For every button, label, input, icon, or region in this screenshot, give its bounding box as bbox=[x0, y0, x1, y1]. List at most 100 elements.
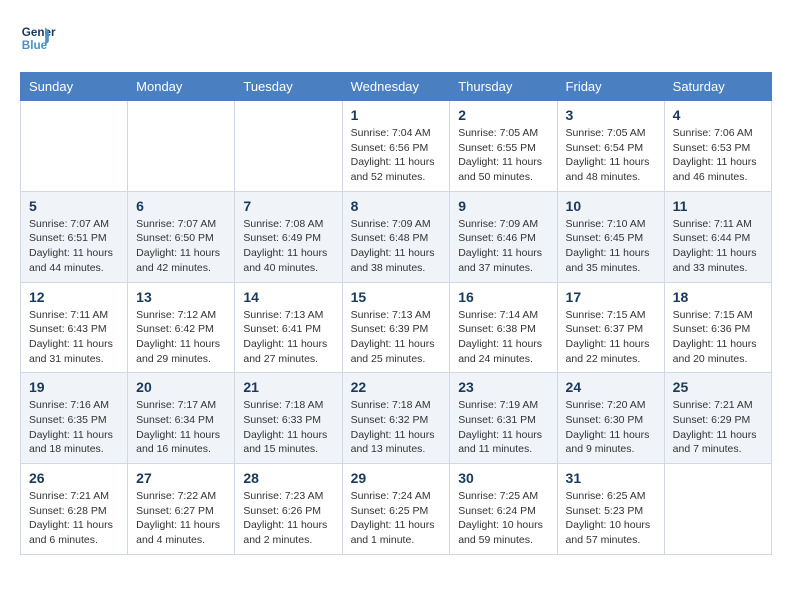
day-number: 3 bbox=[566, 107, 656, 123]
weekday-header-friday: Friday bbox=[557, 73, 664, 101]
calendar-cell: 4 Sunrise: 7:06 AMSunset: 6:53 PMDaylight… bbox=[664, 101, 771, 192]
calendar-cell: 6Sunrise: 7:07 AMSunset: 6:50 PMDaylight… bbox=[128, 191, 235, 282]
day-info: Sunrise: 7:13 AMSunset: 6:41 PMDaylight:… bbox=[243, 308, 333, 367]
calendar-cell: 21Sunrise: 7:18 AMSunset: 6:33 PMDayligh… bbox=[235, 373, 342, 464]
day-info: Sunrise: 7:16 AMSunset: 6:35 PMDaylight:… bbox=[29, 398, 119, 457]
day-info: Sunrise: 7:09 AMSunset: 6:46 PMDaylight:… bbox=[458, 217, 548, 276]
calendar-cell: 28 Sunrise: 7:23 AMSunset: 6:26 PMDayligh… bbox=[235, 464, 342, 555]
day-info: Sunrise: 7:12 AMSunset: 6:42 PMDaylight:… bbox=[136, 308, 226, 367]
page-header: General Blue bbox=[20, 20, 772, 56]
day-info: Sunrise: 7:05 AMSunset: 6:54 PMDaylight:… bbox=[566, 126, 656, 185]
calendar-cell: 7 Sunrise: 7:08 AMSunset: 6:49 PMDaylight… bbox=[235, 191, 342, 282]
weekday-header-wednesday: Wednesday bbox=[342, 73, 450, 101]
day-info: Sunrise: 7:19 AMSunset: 6:31 PMDaylight:… bbox=[458, 398, 548, 457]
calendar-cell bbox=[21, 101, 128, 192]
svg-text:Blue: Blue bbox=[22, 39, 48, 52]
day-number: 30 bbox=[458, 470, 548, 486]
day-info: Sunrise: 7:11 AMSunset: 6:43 PMDaylight:… bbox=[29, 308, 119, 367]
logo-icon: General Blue bbox=[20, 20, 56, 56]
day-number: 1 bbox=[351, 107, 442, 123]
calendar-cell: 2 Sunrise: 7:05 AMSunset: 6:55 PMDaylight… bbox=[450, 101, 557, 192]
day-number: 19 bbox=[29, 379, 119, 395]
calendar-cell: 3 Sunrise: 7:05 AMSunset: 6:54 PMDaylight… bbox=[557, 101, 664, 192]
calendar-cell bbox=[235, 101, 342, 192]
day-info: Sunrise: 7:18 AMSunset: 6:32 PMDaylight:… bbox=[351, 398, 442, 457]
weekday-header-tuesday: Tuesday bbox=[235, 73, 342, 101]
calendar-week-row: 19 Sunrise: 7:16 AMSunset: 6:35 PMDayligh… bbox=[21, 373, 772, 464]
day-info: Sunrise: 7:25 AMSunset: 6:24 PMDaylight:… bbox=[458, 489, 548, 548]
calendar-cell: 27 Sunrise: 7:22 AMSunset: 6:27 PMDayligh… bbox=[128, 464, 235, 555]
calendar-cell: 31 Sunrise: 6:25 AMSunset: 5:23 PMDayligh… bbox=[557, 464, 664, 555]
day-info: Sunrise: 7:09 AMSunset: 6:48 PMDaylight:… bbox=[351, 217, 442, 276]
day-info: Sunrise: 7:15 AMSunset: 6:36 PMDaylight:… bbox=[673, 308, 763, 367]
day-number: 23 bbox=[458, 379, 548, 395]
day-info: Sunrise: 6:25 AMSunset: 5:23 PMDaylight:… bbox=[566, 489, 656, 548]
calendar-cell: 18Sunrise: 7:15 AMSunset: 6:36 PMDayligh… bbox=[664, 282, 771, 373]
calendar-cell: 10Sunrise: 7:10 AMSunset: 6:45 PMDayligh… bbox=[557, 191, 664, 282]
calendar-week-row: 26 Sunrise: 7:21 AMSunset: 6:28 PMDayligh… bbox=[21, 464, 772, 555]
weekday-header-row: SundayMondayTuesdayWednesdayThursdayFrid… bbox=[21, 73, 772, 101]
calendar-week-row: 1 Sunrise: 7:04 AMSunset: 6:56 PMDaylight… bbox=[21, 101, 772, 192]
calendar-cell: 8Sunrise: 7:09 AMSunset: 6:48 PMDaylight… bbox=[342, 191, 450, 282]
day-info: Sunrise: 7:21 AMSunset: 6:28 PMDaylight:… bbox=[29, 489, 119, 548]
calendar-cell: 13 Sunrise: 7:12 AMSunset: 6:42 PMDayligh… bbox=[128, 282, 235, 373]
day-number: 26 bbox=[29, 470, 119, 486]
day-info: Sunrise: 7:13 AMSunset: 6:39 PMDaylight:… bbox=[351, 308, 442, 367]
calendar-cell: 26 Sunrise: 7:21 AMSunset: 6:28 PMDayligh… bbox=[21, 464, 128, 555]
calendar-cell: 29 Sunrise: 7:24 AMSunset: 6:25 PMDayligh… bbox=[342, 464, 450, 555]
day-info: Sunrise: 7:11 AMSunset: 6:44 PMDaylight:… bbox=[673, 217, 763, 276]
day-info: Sunrise: 7:08 AMSunset: 6:49 PMDaylight:… bbox=[243, 217, 333, 276]
day-number: 27 bbox=[136, 470, 226, 486]
day-info: Sunrise: 7:20 AMSunset: 6:30 PMDaylight:… bbox=[566, 398, 656, 457]
calendar-week-row: 12Sunrise: 7:11 AMSunset: 6:43 PMDayligh… bbox=[21, 282, 772, 373]
day-info: Sunrise: 7:15 AMSunset: 6:37 PMDaylight:… bbox=[566, 308, 656, 367]
calendar-cell: 20 Sunrise: 7:17 AMSunset: 6:34 PMDayligh… bbox=[128, 373, 235, 464]
day-info: Sunrise: 7:04 AMSunset: 6:56 PMDaylight:… bbox=[351, 126, 442, 185]
day-number: 17 bbox=[566, 289, 656, 305]
day-number: 6 bbox=[136, 198, 226, 214]
day-number: 7 bbox=[243, 198, 333, 214]
day-number: 29 bbox=[351, 470, 442, 486]
calendar-cell: 14 Sunrise: 7:13 AMSunset: 6:41 PMDayligh… bbox=[235, 282, 342, 373]
calendar-cell: 24 Sunrise: 7:20 AMSunset: 6:30 PMDayligh… bbox=[557, 373, 664, 464]
calendar-cell bbox=[128, 101, 235, 192]
day-number: 13 bbox=[136, 289, 226, 305]
day-number: 9 bbox=[458, 198, 548, 214]
calendar-table: SundayMondayTuesdayWednesdayThursdayFrid… bbox=[20, 72, 772, 555]
day-number: 22 bbox=[351, 379, 442, 395]
day-number: 5 bbox=[29, 198, 119, 214]
day-number: 10 bbox=[566, 198, 656, 214]
calendar-cell: 9 Sunrise: 7:09 AMSunset: 6:46 PMDaylight… bbox=[450, 191, 557, 282]
calendar-cell: 23 Sunrise: 7:19 AMSunset: 6:31 PMDayligh… bbox=[450, 373, 557, 464]
day-info: Sunrise: 7:17 AMSunset: 6:34 PMDaylight:… bbox=[136, 398, 226, 457]
calendar-cell: 12Sunrise: 7:11 AMSunset: 6:43 PMDayligh… bbox=[21, 282, 128, 373]
svg-text:General: General bbox=[22, 26, 56, 39]
day-info: Sunrise: 7:22 AMSunset: 6:27 PMDaylight:… bbox=[136, 489, 226, 548]
weekday-header-saturday: Saturday bbox=[664, 73, 771, 101]
weekday-header-sunday: Sunday bbox=[21, 73, 128, 101]
day-number: 14 bbox=[243, 289, 333, 305]
day-number: 24 bbox=[566, 379, 656, 395]
calendar-cell: 15Sunrise: 7:13 AMSunset: 6:39 PMDayligh… bbox=[342, 282, 450, 373]
calendar-cell bbox=[664, 464, 771, 555]
day-info: Sunrise: 7:05 AMSunset: 6:55 PMDaylight:… bbox=[458, 126, 548, 185]
calendar-cell: 19 Sunrise: 7:16 AMSunset: 6:35 PMDayligh… bbox=[21, 373, 128, 464]
day-number: 25 bbox=[673, 379, 763, 395]
calendar-cell: 22 Sunrise: 7:18 AMSunset: 6:32 PMDayligh… bbox=[342, 373, 450, 464]
day-number: 28 bbox=[243, 470, 333, 486]
day-info: Sunrise: 7:23 AMSunset: 6:26 PMDaylight:… bbox=[243, 489, 333, 548]
calendar-cell: 5 Sunrise: 7:07 AMSunset: 6:51 PMDaylight… bbox=[21, 191, 128, 282]
day-info: Sunrise: 7:06 AMSunset: 6:53 PMDaylight:… bbox=[673, 126, 763, 185]
day-info: Sunrise: 7:14 AMSunset: 6:38 PMDaylight:… bbox=[458, 308, 548, 367]
calendar-week-row: 5 Sunrise: 7:07 AMSunset: 6:51 PMDaylight… bbox=[21, 191, 772, 282]
calendar-cell: 30 Sunrise: 7:25 AMSunset: 6:24 PMDayligh… bbox=[450, 464, 557, 555]
logo: General Blue bbox=[20, 20, 60, 56]
weekday-header-monday: Monday bbox=[128, 73, 235, 101]
day-info: Sunrise: 7:07 AMSunset: 6:51 PMDaylight:… bbox=[29, 217, 119, 276]
day-number: 20 bbox=[136, 379, 226, 395]
day-number: 2 bbox=[458, 107, 548, 123]
calendar-cell: 11Sunrise: 7:11 AMSunset: 6:44 PMDayligh… bbox=[664, 191, 771, 282]
day-number: 31 bbox=[566, 470, 656, 486]
day-number: 4 bbox=[673, 107, 763, 123]
day-info: Sunrise: 7:24 AMSunset: 6:25 PMDaylight:… bbox=[351, 489, 442, 548]
